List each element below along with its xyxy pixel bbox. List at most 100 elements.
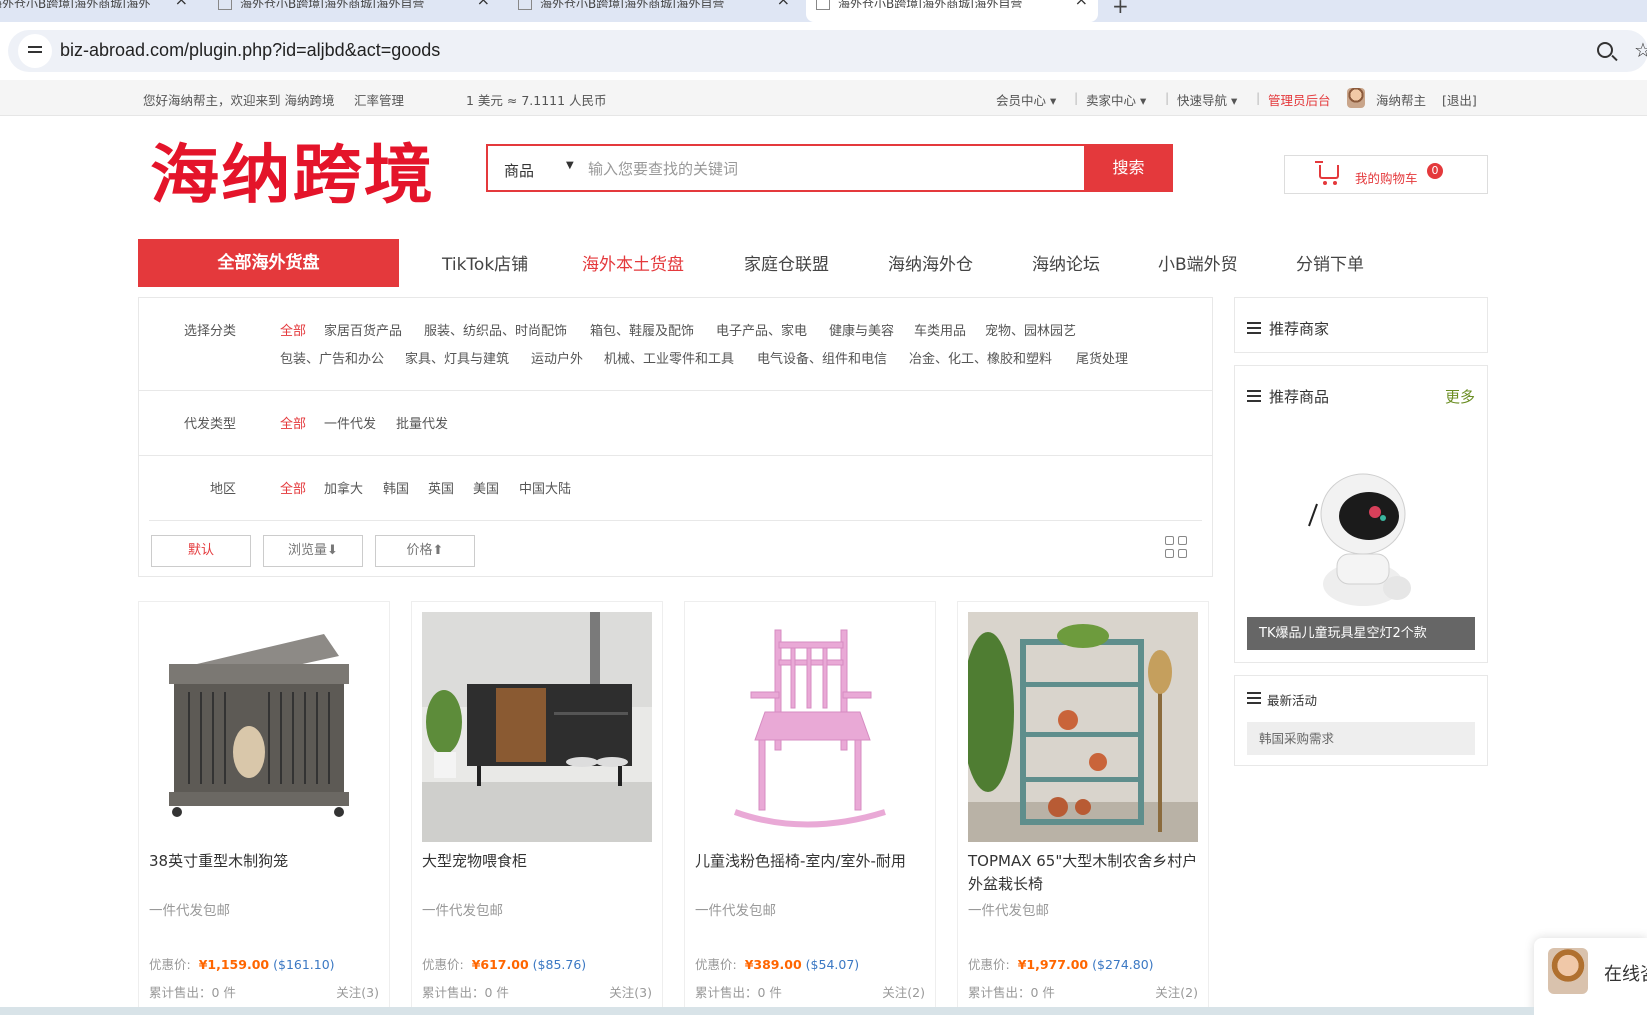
seller-center-menu[interactable]: 卖家中心 ▾	[1086, 90, 1146, 109]
cart-count-badge: 0	[1427, 163, 1443, 179]
product-image[interactable]	[149, 612, 379, 842]
close-icon[interactable]: ×	[777, 0, 790, 8]
quick-nav-menu[interactable]: 快速导航 ▾	[1177, 90, 1237, 109]
region-option[interactable]: 全部	[280, 478, 306, 497]
product-card[interactable]: 儿童浅粉色摇椅-室内/室外-耐用 一件代发包邮 优惠价: ¥389.00 ($54.…	[684, 601, 936, 1015]
search-type-select[interactable]: 商品	[504, 160, 534, 181]
search-input[interactable]	[588, 154, 1048, 184]
price-label: 优惠价:	[695, 957, 737, 972]
product-name[interactable]: 大型宠物喂食柜	[422, 850, 658, 873]
category-option[interactable]: 尾货处理	[1076, 348, 1128, 367]
product-card[interactable]: TOPMAX 65"大型木制农舍乡村户外盆栽长椅 一件代发包邮 优惠价: ¥1,9…	[957, 601, 1209, 1015]
bookmark-star-icon[interactable]: ☆	[1634, 38, 1647, 62]
category-option[interactable]: 电气设备、组件和电信	[757, 348, 887, 367]
sort-views-button[interactable]: 浏览量⬇	[263, 535, 363, 567]
category-option[interactable]: 宠物、园林园艺	[985, 320, 1076, 339]
category-option[interactable]: 服装、纺织品、时尚配饰	[424, 320, 567, 339]
caret-down-icon[interactable]: ▼	[566, 160, 574, 171]
category-option[interactable]: 家居百货产品	[324, 320, 402, 339]
nav-tiktok-shop[interactable]: TikTok店铺	[442, 250, 528, 275]
region-option[interactable]: 英国	[428, 478, 454, 497]
browser-tab-strip: 海外仓小B跨境|海外商城|海外 × 海外仓小B跨境|海外商城|海外自营 × 海外…	[0, 0, 1647, 22]
nav-overseas-warehouse[interactable]: 海纳海外仓	[888, 250, 973, 275]
product-image[interactable]	[695, 612, 925, 842]
browser-tab[interactable]: 海外仓小B跨境|海外商城|海外 ×	[0, 0, 198, 22]
product-card[interactable]: 38英寸重型木制狗笼 一件代发包邮 优惠价: ¥1,159.00 ($161.10)…	[138, 601, 390, 1015]
chat-label: 在线咨询	[1604, 964, 1647, 985]
new-tab-icon[interactable]: +	[1112, 0, 1129, 18]
list-icon	[1247, 390, 1261, 402]
tab-title: 海外仓小B跨境|海外商城|海外自营	[240, 0, 425, 8]
product-card[interactable]: 大型宠物喂食柜 一件代发包邮 优惠价: ¥617.00 ($85.76) 累计售出：…	[411, 601, 663, 1015]
category-option[interactable]: 箱包、鞋履及配饰	[590, 320, 694, 339]
nav-overseas-local[interactable]: 海外本土货盘	[582, 250, 684, 275]
logout-link[interactable]: [退出]	[1442, 90, 1477, 109]
site-settings-icon[interactable]	[18, 34, 52, 68]
all-goods-button[interactable]: 全部海外货盘	[138, 239, 399, 287]
product-price: 优惠价: ¥1,977.00 ($274.80)	[968, 954, 1154, 973]
site-logo[interactable]: 海纳跨境	[150, 136, 435, 216]
region-option[interactable]: 韩国	[383, 478, 409, 497]
recommended-merchants-title: 推荐商家	[1269, 320, 1330, 338]
category-option[interactable]: 全部	[280, 320, 306, 339]
region-option[interactable]: 加拿大	[324, 478, 363, 497]
price-usd: ($161.10)	[273, 957, 335, 972]
recommended-product-caption[interactable]: TK爆品儿童玩具星空灯2个款	[1247, 617, 1475, 650]
dropship-type-option[interactable]: 全部	[280, 413, 306, 432]
dropship-type-option[interactable]: 批量代发	[396, 413, 448, 432]
browser-tab-active[interactable]: 海外仓小B跨境|海外商城|海外自营 ×	[806, 0, 1098, 22]
address-bar: biz-abroad.com/plugin.php?id=aljbd&act=g…	[0, 22, 1647, 80]
category-option[interactable]: 电子产品、家电	[716, 320, 807, 339]
browser-tab[interactable]: 海外仓小B跨境|海外商城|海外自营 ×	[208, 0, 500, 22]
bottom-scroll-bar[interactable]	[0, 1007, 1534, 1015]
close-icon[interactable]: ×	[1075, 0, 1088, 8]
category-option[interactable]: 机械、工业零件和工具	[604, 348, 734, 367]
nav-forum[interactable]: 海纳论坛	[1032, 250, 1100, 275]
product-price: 优惠价: ¥617.00 ($85.76)	[422, 954, 586, 973]
search-button[interactable]: 搜索	[1084, 144, 1173, 192]
browser-tab[interactable]: 海外仓小B跨境|海外商城|海外自营 ×	[508, 0, 800, 22]
follow-count[interactable]: 关注(3)	[609, 982, 652, 1001]
product-name[interactable]: 38英寸重型木制狗笼	[149, 850, 385, 873]
close-icon[interactable]: ×	[477, 0, 490, 8]
region-option[interactable]: 美国	[473, 478, 499, 497]
category-option[interactable]: 健康与美容	[829, 320, 894, 339]
product-name[interactable]: TOPMAX 65"大型木制农舍乡村户外盆栽长椅	[968, 850, 1204, 896]
nav-distribution-order[interactable]: 分销下单	[1296, 250, 1364, 275]
admin-backend-link[interactable]: 管理员后台	[1268, 90, 1331, 109]
product-image[interactable]	[968, 612, 1198, 842]
rate-management-link[interactable]: 汇率管理	[354, 90, 404, 109]
grid-view-icon[interactable]	[1165, 536, 1189, 560]
cart-button[interactable]: 我的购物车 0	[1284, 155, 1488, 194]
follow-count[interactable]: 关注(2)	[1155, 982, 1198, 1001]
sold-count: 累计售出：0 件	[695, 985, 782, 1000]
sort-price-button[interactable]: 价格⬆	[375, 535, 475, 567]
recommended-product-image[interactable]	[1303, 466, 1423, 608]
nav-b2b-trade[interactable]: 小B端外贸	[1158, 250, 1238, 275]
follow-count[interactable]: 关注(2)	[882, 982, 925, 1001]
user-avatar[interactable]	[1347, 88, 1365, 108]
category-option[interactable]: 包装、广告和办公	[280, 348, 384, 367]
url-text[interactable]: biz-abroad.com/plugin.php?id=aljbd&act=g…	[60, 40, 440, 61]
zoom-icon[interactable]	[1597, 42, 1613, 58]
sort-default-button[interactable]: 默认	[151, 535, 251, 567]
member-center-menu[interactable]: 会员中心 ▾	[996, 90, 1056, 109]
category-option[interactable]: 运动户外	[531, 348, 583, 367]
online-chat-widget[interactable]: 在线咨询	[1534, 938, 1647, 1015]
follow-count[interactable]: 关注(3)	[336, 982, 379, 1001]
activity-item[interactable]: 韩国采购需求	[1247, 722, 1475, 755]
category-option[interactable]: 家具、灯具与建筑	[405, 348, 509, 367]
page-icon	[518, 0, 532, 10]
category-option[interactable]: 车类用品	[914, 320, 966, 339]
category-option[interactable]: 冶金、化工、橡胶和塑料	[909, 348, 1052, 367]
username[interactable]: 海纳帮主	[1376, 90, 1426, 109]
product-price: 优惠价: ¥1,159.00 ($161.10)	[149, 954, 335, 973]
close-icon[interactable]: ×	[175, 0, 188, 8]
nav-family-warehouse[interactable]: 家庭仓联盟	[744, 250, 829, 275]
dropship-type-option[interactable]: 一件代发	[324, 413, 376, 432]
product-image[interactable]	[422, 612, 652, 842]
product-name[interactable]: 儿童浅粉色摇椅-室内/室外-耐用	[695, 850, 931, 873]
region-option[interactable]: 中国大陆	[519, 478, 571, 497]
price-usd: ($85.76)	[532, 957, 587, 972]
more-link[interactable]: 更多	[1445, 386, 1475, 407]
